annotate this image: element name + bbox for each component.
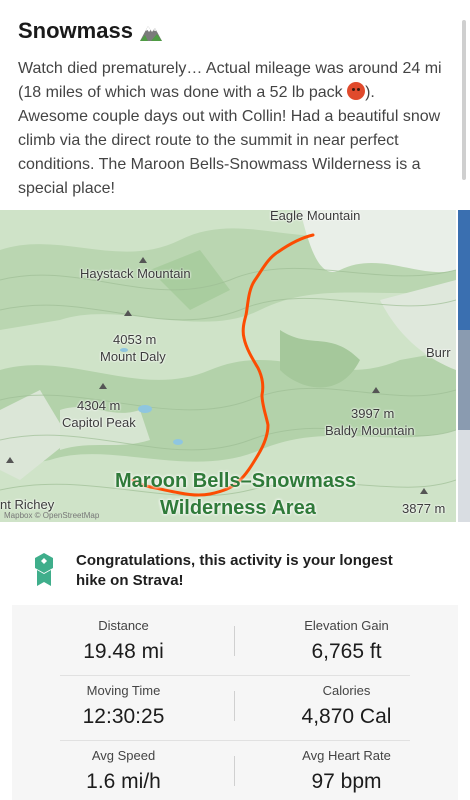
photo-thumbnail[interactable] xyxy=(458,210,470,522)
achievement-text: Congratulations, this activity is your l… xyxy=(76,552,393,589)
map-attribution: Mapbox © OpenStreetMap xyxy=(4,511,100,520)
stat-label: Avg Heart Rate xyxy=(302,748,391,763)
activity-summary-card: Congratulations, this activity is your l… xyxy=(12,537,458,800)
stat-avg-speed: Avg Speed 1.6 mi/h xyxy=(12,748,235,794)
stats-grid: Distance 19.48 mi Elevation Gain 6,765 f… xyxy=(12,605,458,800)
stat-calories: Calories 4,870 Cal xyxy=(235,683,458,729)
stat-label: Distance xyxy=(98,618,149,633)
stat-value: 1.6 mi/h xyxy=(86,770,161,793)
stat-label: Calories xyxy=(322,683,371,698)
stat-value: 6,765 ft xyxy=(311,640,382,663)
activity-title: Snowmass xyxy=(18,18,133,43)
stat-label: Avg Speed xyxy=(91,748,156,763)
map-label-haystack: Haystack Mountain xyxy=(80,266,191,281)
activity-description: Watch died prematurely… Actual mileage w… xyxy=(18,57,443,201)
stat-label: Elevation Gain xyxy=(304,618,389,633)
description-text: Watch died prematurely… Actual mileage w… xyxy=(18,60,442,101)
map-label-right-elev: 3877 m xyxy=(402,501,446,516)
map-label-eagle: Eagle Mountain xyxy=(270,210,361,223)
photo-preview-image xyxy=(458,210,470,522)
stat-avg-heart-rate: Avg Heart Rate 97 bpm xyxy=(235,748,458,794)
stat-label: Moving Time xyxy=(86,683,161,698)
map-label-burr: Burr xyxy=(426,345,451,360)
stat-value: 19.48 mi xyxy=(83,640,164,663)
stat-distance: Distance 19.48 mi xyxy=(12,618,235,664)
map-label-richey: nt Richey xyxy=(0,497,55,512)
map-label-capitol-elev: 4304 m xyxy=(77,398,121,413)
map-label-wilderness-2: Wilderness Area xyxy=(160,497,316,519)
map-label-baldy: Baldy Mountain xyxy=(325,423,415,438)
achievement-badge-icon xyxy=(35,553,53,586)
map-label-wilderness-1: Maroon Bells–Snowmass xyxy=(115,470,357,492)
stat-elevation-gain: Elevation Gain 6,765 ft xyxy=(235,618,458,664)
map-label-baldy-elev: 3997 m xyxy=(351,406,395,421)
angry-face-icon xyxy=(347,82,366,100)
achievement-banner[interactable]: Congratulations, this activity is your l… xyxy=(12,537,458,606)
scrollbar[interactable] xyxy=(462,20,466,180)
stat-value: 4,870 Cal xyxy=(301,705,392,728)
activity-header: Snowmass Watch died prematurely… Actual … xyxy=(0,0,470,210)
stat-moving-time: Moving Time 12:30:25 xyxy=(12,683,235,729)
stat-value: 12:30:25 xyxy=(82,705,165,728)
map-label-daly: Mount Daly xyxy=(100,349,166,364)
mountain-icon xyxy=(139,26,162,41)
divider xyxy=(60,740,410,741)
divider xyxy=(60,675,410,676)
map-label-capitol: Capitol Peak xyxy=(62,415,136,430)
route-map[interactable]: Eagle Mountain Haystack Mountain 4053 m … xyxy=(0,210,456,522)
map-label-daly-elev: 4053 m xyxy=(113,332,157,347)
title-row: Snowmass xyxy=(18,18,163,44)
stat-value: 97 bpm xyxy=(311,770,382,793)
